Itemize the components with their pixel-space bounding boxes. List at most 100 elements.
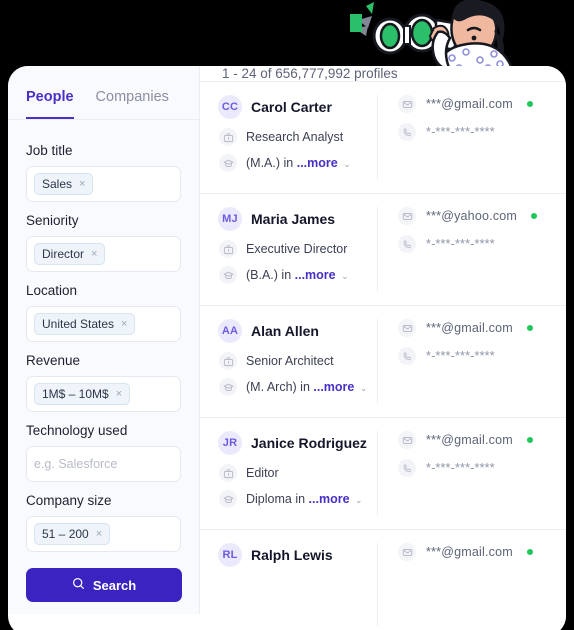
screenshot-root: People Companies Job title Sales × Senio… xyxy=(0,0,574,630)
table-row[interactable]: JR Janice Rodriguez Editor Diploma in ..… xyxy=(200,418,566,530)
chip-company-size-label: 51 – 200 xyxy=(42,527,89,541)
chip-revenue-label: 1M$ – 10M$ xyxy=(42,387,109,401)
search-card: People Companies Job title Sales × Senio… xyxy=(8,66,566,630)
table-row[interactable]: CC Carol Carter Research Analyst (M.A.) … xyxy=(200,82,566,194)
results-list: CC Carol Carter Research Analyst (M.A.) … xyxy=(200,82,566,630)
row-email[interactable]: ***@gmail.com xyxy=(426,97,513,111)
filter-input-revenue[interactable]: 1M$ – 10M$ × xyxy=(26,376,181,412)
graduation-cap-icon xyxy=(219,154,237,172)
row-name-line: JR Janice Rodriguez xyxy=(218,431,377,455)
row-contact: ***@gmail.com *-***-***-**** xyxy=(378,95,566,180)
row-job-line: Executive Director xyxy=(218,240,377,258)
row-job-title: Executive Director xyxy=(246,242,348,256)
row-person-name[interactable]: Carol Carter xyxy=(251,99,332,115)
chevron-down-icon[interactable]: ⌄ xyxy=(341,271,349,281)
chip-job-title[interactable]: Sales × xyxy=(34,173,94,195)
row-phone: *-***-***-**** xyxy=(426,237,495,251)
chip-remove-icon[interactable]: × xyxy=(121,318,127,330)
row-name-line: AA Alan Allen xyxy=(218,319,377,343)
status-badge-verified xyxy=(531,213,538,219)
status-badge-verified xyxy=(526,325,533,331)
table-row[interactable]: MJ Maria James Executive Director (B.A.)… xyxy=(200,194,566,306)
row-education: (M. Arch) in ...more ⌄ xyxy=(246,380,367,394)
row-person-name[interactable]: Janice Rodriguez xyxy=(251,435,367,451)
filter-label-job-title: Job title xyxy=(26,143,73,158)
filter-label-seniority: Seniority xyxy=(26,213,79,228)
tab-people[interactable]: People xyxy=(26,88,74,119)
filter-input-technology-used[interactable]: e.g. Salesforce xyxy=(26,446,181,482)
row-more-link[interactable]: ...more xyxy=(295,268,336,282)
briefcase-icon xyxy=(219,352,237,370)
chip-remove-icon[interactable]: × xyxy=(79,178,85,190)
row-email-line: ***@gmail.com xyxy=(398,431,566,449)
graduation-cap-icon xyxy=(219,378,237,396)
row-identity: RL Ralph Lewis xyxy=(200,543,378,626)
row-job-line: Senior Architect xyxy=(218,352,377,370)
row-email[interactable]: ***@gmail.com xyxy=(426,545,513,559)
briefcase-icon xyxy=(219,240,237,258)
row-phone-line: *-***-***-**** xyxy=(398,347,566,365)
filter-label-location: Location xyxy=(26,283,78,298)
chip-remove-icon[interactable]: × xyxy=(91,248,97,260)
avatar: MJ xyxy=(218,207,242,231)
phone-icon xyxy=(398,347,416,365)
row-person-name[interactable]: Alan Allen xyxy=(251,323,319,339)
row-contact: ***@yahoo.com *-***-***-**** xyxy=(378,207,566,292)
chip-remove-icon[interactable]: × xyxy=(116,388,122,400)
row-more-link[interactable]: ...more xyxy=(313,380,354,394)
chip-company-size[interactable]: 51 – 200 × xyxy=(34,523,111,545)
row-email[interactable]: ***@yahoo.com xyxy=(426,209,517,223)
row-more-link[interactable]: ...more xyxy=(297,156,338,170)
table-row[interactable]: AA Alan Allen Senior Architect (M. Arch)… xyxy=(200,306,566,418)
avatar: JR xyxy=(218,431,242,455)
phone-icon xyxy=(398,459,416,477)
row-education: Diploma in ...more ⌄ xyxy=(246,492,363,506)
chevron-down-icon[interactable]: ⌄ xyxy=(343,159,351,169)
chip-seniority[interactable]: Director × xyxy=(34,243,106,265)
avatar: AA xyxy=(218,319,242,343)
row-more-link[interactable]: ...more xyxy=(309,492,350,506)
filter-input-job-title[interactable]: Sales × xyxy=(26,166,181,202)
mail-icon xyxy=(398,319,416,337)
chip-revenue[interactable]: 1M$ – 10M$ × xyxy=(34,383,131,405)
row-phone: *-***-***-**** xyxy=(426,461,495,475)
row-email-line: ***@gmail.com xyxy=(398,319,566,337)
row-job-title: Senior Architect xyxy=(246,354,334,368)
chip-job-title-label: Sales xyxy=(42,177,73,191)
filter-input-seniority[interactable]: Director × xyxy=(26,236,181,272)
chevron-down-icon[interactable]: ⌄ xyxy=(355,495,363,505)
table-row[interactable]: RL Ralph Lewis ***@gmail.com xyxy=(200,530,566,630)
row-identity: JR Janice Rodriguez Editor Diploma in ..… xyxy=(200,431,378,516)
row-person-name[interactable]: Ralph Lewis xyxy=(251,547,333,563)
tab-bar: People Companies xyxy=(8,66,199,120)
row-email[interactable]: ***@gmail.com xyxy=(426,433,513,447)
mail-icon xyxy=(398,95,416,113)
chip-location[interactable]: United States × xyxy=(34,313,136,335)
chip-seniority-label: Director xyxy=(42,247,85,261)
row-education-text: (B.A.) in xyxy=(246,268,292,282)
row-education-line: Diploma in ...more ⌄ xyxy=(218,490,377,508)
row-phone: *-***-***-**** xyxy=(426,125,495,139)
row-phone-line: *-***-***-**** xyxy=(398,123,566,141)
chip-remove-icon[interactable]: × xyxy=(96,528,102,540)
tab-companies[interactable]: Companies xyxy=(96,88,169,119)
technology-placeholder: e.g. Salesforce xyxy=(34,457,118,471)
results-panel: 1 - 24 of 656,777,992 profiles CC Carol … xyxy=(200,66,566,630)
row-education: (M.A.) in ...more ⌄ xyxy=(246,156,351,170)
row-email[interactable]: ***@gmail.com xyxy=(426,321,513,335)
row-phone-line: *-***-***-**** xyxy=(398,235,566,253)
row-phone: *-***-***-**** xyxy=(426,349,495,363)
row-email-line: ***@yahoo.com xyxy=(398,207,566,225)
search-button[interactable]: Search xyxy=(26,568,182,602)
row-education-line: (B.A.) in ...more ⌄ xyxy=(218,266,377,284)
row-person-name[interactable]: Maria James xyxy=(251,211,335,227)
filter-input-company-size[interactable]: 51 – 200 × xyxy=(26,516,181,552)
chevron-down-icon[interactable]: ⌄ xyxy=(360,383,368,393)
graduation-cap-icon xyxy=(219,266,237,284)
avatar: CC xyxy=(218,95,242,119)
row-education-text: (M. Arch) in xyxy=(246,380,310,394)
phone-icon xyxy=(398,235,416,253)
filter-input-location[interactable]: United States × xyxy=(26,306,181,342)
results-count: 1 - 24 of 656,777,992 profiles xyxy=(200,66,566,82)
chip-location-label: United States xyxy=(42,317,115,331)
